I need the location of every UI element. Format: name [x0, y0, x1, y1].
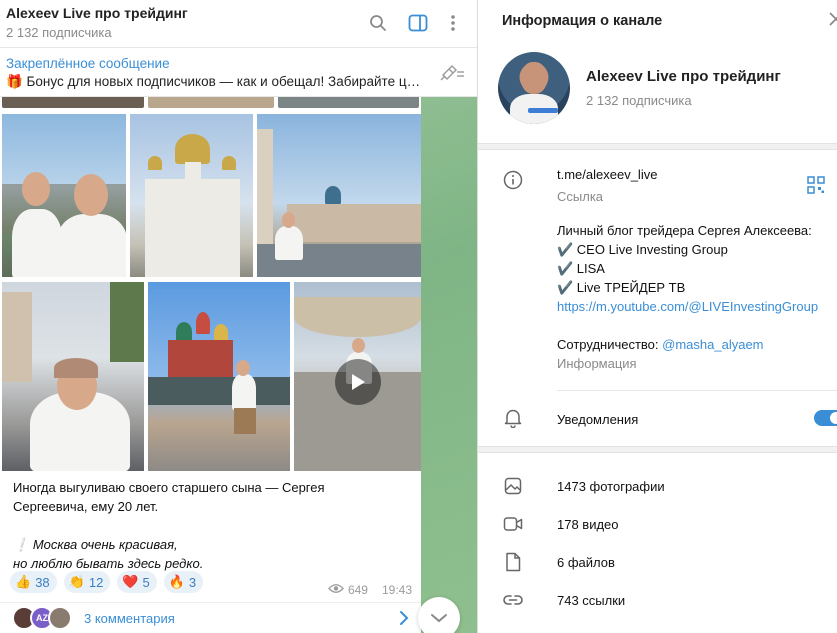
message-caption: Иногда выгуливаю своего старшего сына — …	[13, 478, 413, 573]
quote-mark: ❕	[13, 537, 30, 552]
comments-label[interactable]: 3 комментария	[84, 611, 175, 626]
notifications-label: Уведомления	[557, 412, 639, 427]
chat-title[interactable]: Alexeev Live про трейдинг	[6, 5, 188, 21]
media-row-links[interactable]: 743 ссылки	[478, 581, 837, 619]
info-title: Информация о канале	[502, 13, 663, 29]
clap-icon: 👏	[68, 574, 85, 589]
message-bubble[interactable]: Иногда выгуливаю своего старшего сына — …	[0, 97, 421, 633]
scroll-down-button[interactable]	[418, 597, 460, 633]
desc-line-3: ✔️ LISA	[557, 261, 605, 276]
channel-info-panel: Информация о канале Alexeev Live про тре…	[477, 0, 837, 633]
youtube-link[interactable]: https://m.youtube.com/@LIVEInvestingGrou…	[557, 297, 818, 316]
pinned-message-bar[interactable]: Закреплённое сообщение 🎁 Бонус для новых…	[0, 49, 477, 97]
play-icon[interactable]	[335, 359, 381, 405]
heart-icon: ❤️	[122, 574, 139, 589]
channel-link[interactable]: t.me/alexeev_live	[557, 165, 657, 184]
chat-wallpaper: Иногда выгуливаю своего старшего сына — …	[0, 97, 477, 633]
chat-column: Alexeev Live про трейдинг 2 132 подписчи…	[0, 0, 477, 633]
desc-line-1: Личный блог трейдера Сергея Алексеева:	[557, 223, 812, 238]
sidebar-toggle-icon[interactable]	[405, 10, 431, 36]
file-icon	[502, 551, 524, 573]
reaction-thumbs-up[interactable]: 👍 38	[10, 571, 57, 593]
info-circle-icon	[502, 169, 524, 191]
row-divider	[557, 390, 837, 391]
reactions: 👍 38 👏 12 ❤️ 5 🔥 3	[10, 571, 204, 593]
desc-line-4: ✔️ Live ТРЕЙДЕР ТВ	[557, 280, 686, 295]
commenter-avatars: AZ	[12, 606, 76, 630]
comments-bar[interactable]: AZ 3 комментария	[0, 602, 421, 633]
fire-icon: 🔥	[168, 574, 185, 589]
reaction-clap[interactable]: 👏 12	[63, 571, 111, 593]
avatar	[48, 606, 72, 630]
media-row-files[interactable]: 6 файлов	[478, 543, 837, 581]
photo-selfie[interactable]	[2, 114, 126, 277]
link-icon	[502, 589, 524, 611]
coop-prefix: Сотрудничество:	[557, 337, 659, 352]
pinned-text: 🎁 Бонус для новых подписчиков — как и об…	[6, 74, 421, 89]
section-divider	[478, 446, 837, 453]
more-menu-icon[interactable]	[440, 10, 466, 36]
previous-photos-strip	[0, 97, 421, 110]
telegram-window: Alexeev Live про трейдинг 2 132 подписчи…	[0, 0, 837, 633]
message-time: 19:43	[381, 583, 412, 597]
photo-red-square[interactable]	[148, 282, 290, 471]
photo-embankment[interactable]	[257, 114, 421, 277]
photo-icon	[502, 475, 524, 497]
media-row-photos[interactable]: 1473 фотографии	[478, 467, 837, 505]
media-row-videos[interactable]: 178 видео	[478, 505, 837, 543]
reaction-count: 5	[142, 574, 150, 590]
pin-list-icon[interactable]	[439, 63, 465, 86]
coop-handle-link[interactable]: @masha_alyaem	[662, 337, 763, 352]
reaction-fire[interactable]: 🔥 3	[163, 571, 204, 593]
section-divider	[478, 143, 837, 150]
search-icon[interactable]	[365, 10, 391, 36]
eye-icon	[328, 583, 344, 597]
desc-line-2: ✔️ CEO Live Investing Group	[557, 242, 728, 257]
channel-link-label: Ссылка	[557, 189, 604, 204]
pinned-title: Закреплённое сообщение	[6, 56, 170, 71]
close-icon[interactable]	[828, 11, 837, 32]
description-label: Информация	[557, 356, 637, 371]
links-count: 743 ссылки	[557, 593, 626, 608]
caption-line-2: Сергеевича, ему 20 лет.	[13, 499, 159, 514]
channel-avatar[interactable]	[498, 52, 570, 124]
photo-street[interactable]	[2, 282, 144, 471]
reaction-count: 3	[188, 574, 197, 590]
chevron-down-icon	[431, 614, 447, 623]
bell-icon	[502, 407, 524, 429]
photo-cathedral[interactable]	[130, 114, 253, 277]
channel-subscribers: 2 132 подписчика	[586, 93, 692, 108]
caption-line-1: Иногда выгуливаю своего старшего сына — …	[13, 480, 325, 495]
info-header: Информация о канале	[478, 0, 837, 42]
chat-subscribers: 2 132 подписчика	[6, 25, 112, 40]
chat-header[interactable]: Alexeev Live про трейдинг 2 132 подписчи…	[0, 0, 477, 48]
description: Личный блог трейдера Сергея Алексеева: ✔…	[557, 221, 818, 373]
reaction-heart[interactable]: ❤️ 5	[117, 571, 157, 593]
video-icon	[502, 513, 524, 535]
reaction-count: 12	[88, 574, 104, 590]
chevron-right-icon[interactable]	[399, 610, 409, 631]
files-count: 6 файлов	[557, 555, 615, 570]
photos-count: 1473 фотографии	[557, 479, 665, 494]
channel-profile: Alexeev Live про трейдинг 2 132 подписчи…	[478, 42, 837, 144]
channel-name: Alexeev Live про трейдинг	[586, 68, 781, 85]
message-meta: 649 19:43	[328, 583, 412, 597]
notifications-toggle[interactable]	[814, 410, 837, 426]
qr-code-icon[interactable]	[807, 176, 825, 199]
thumbs-up-icon: 👍	[15, 574, 32, 589]
videos-count: 178 видео	[557, 517, 619, 532]
caption-italic-1: Москва очень красивая,	[32, 537, 178, 552]
view-count: 649	[347, 583, 368, 597]
reaction-count: 38	[35, 574, 50, 590]
